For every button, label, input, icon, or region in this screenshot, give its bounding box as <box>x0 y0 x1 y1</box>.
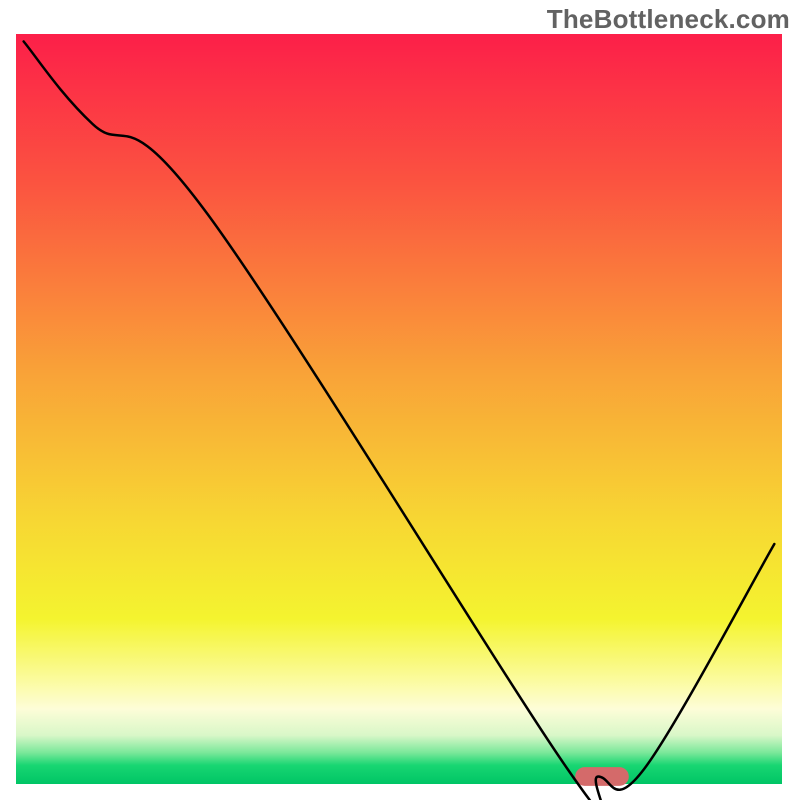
bottleneck-chart <box>0 0 800 800</box>
plot-background <box>16 34 782 784</box>
watermark-label: TheBottleneck.com <box>547 4 790 35</box>
chart-stage: TheBottleneck.com <box>0 0 800 800</box>
